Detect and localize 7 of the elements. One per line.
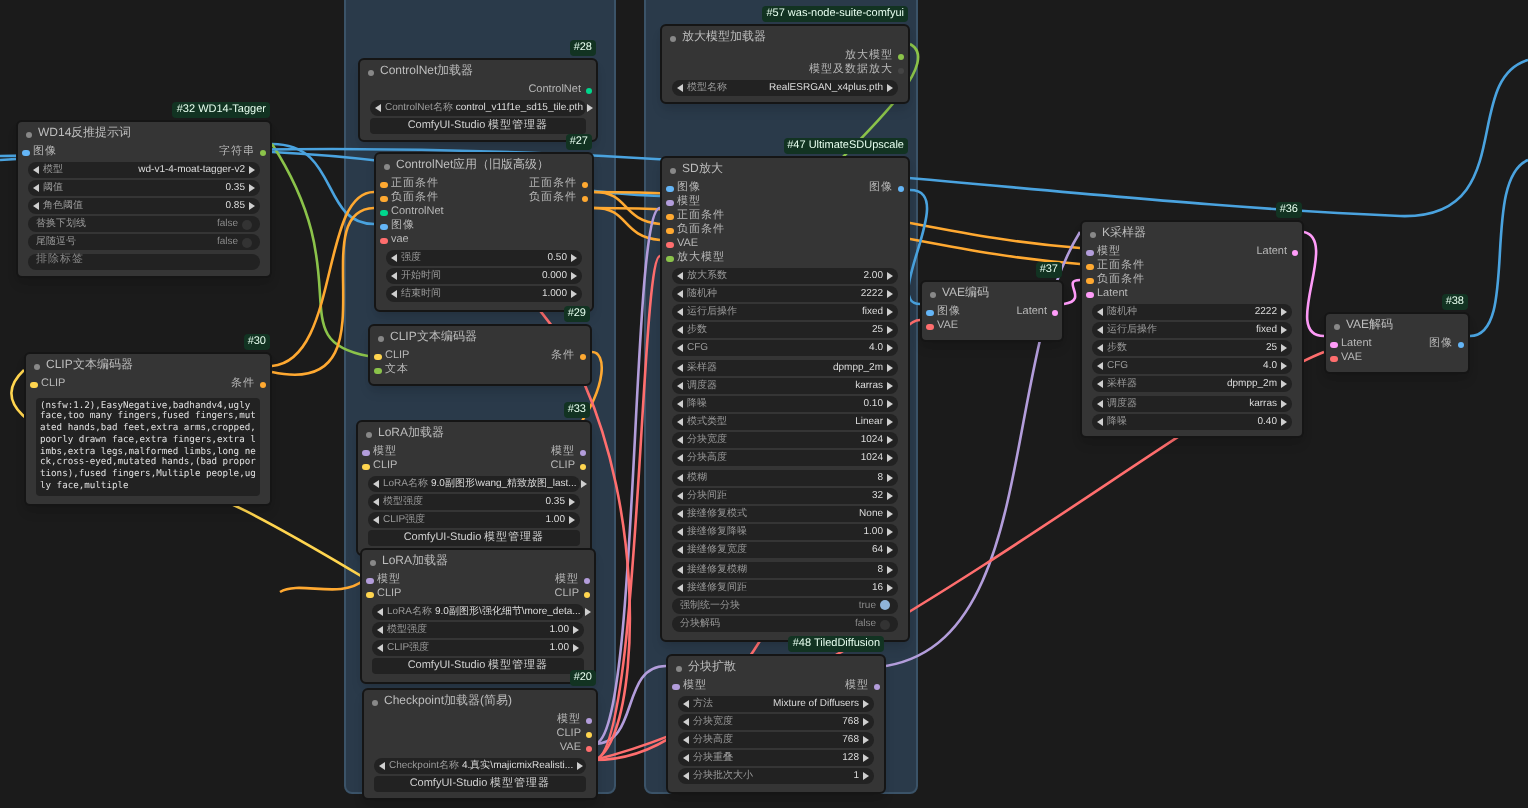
arrow-left-icon[interactable]: [378, 761, 386, 770]
arrow-right-icon[interactable]: [585, 103, 594, 112]
arrow-right-icon[interactable]: [576, 761, 585, 770]
toggle-knob-icon[interactable]: [880, 600, 890, 611]
arrow-left-icon[interactable]: [374, 103, 382, 112]
arrow-right-icon[interactable]: [886, 83, 894, 92]
arrow-left-icon[interactable]: [676, 83, 684, 92]
